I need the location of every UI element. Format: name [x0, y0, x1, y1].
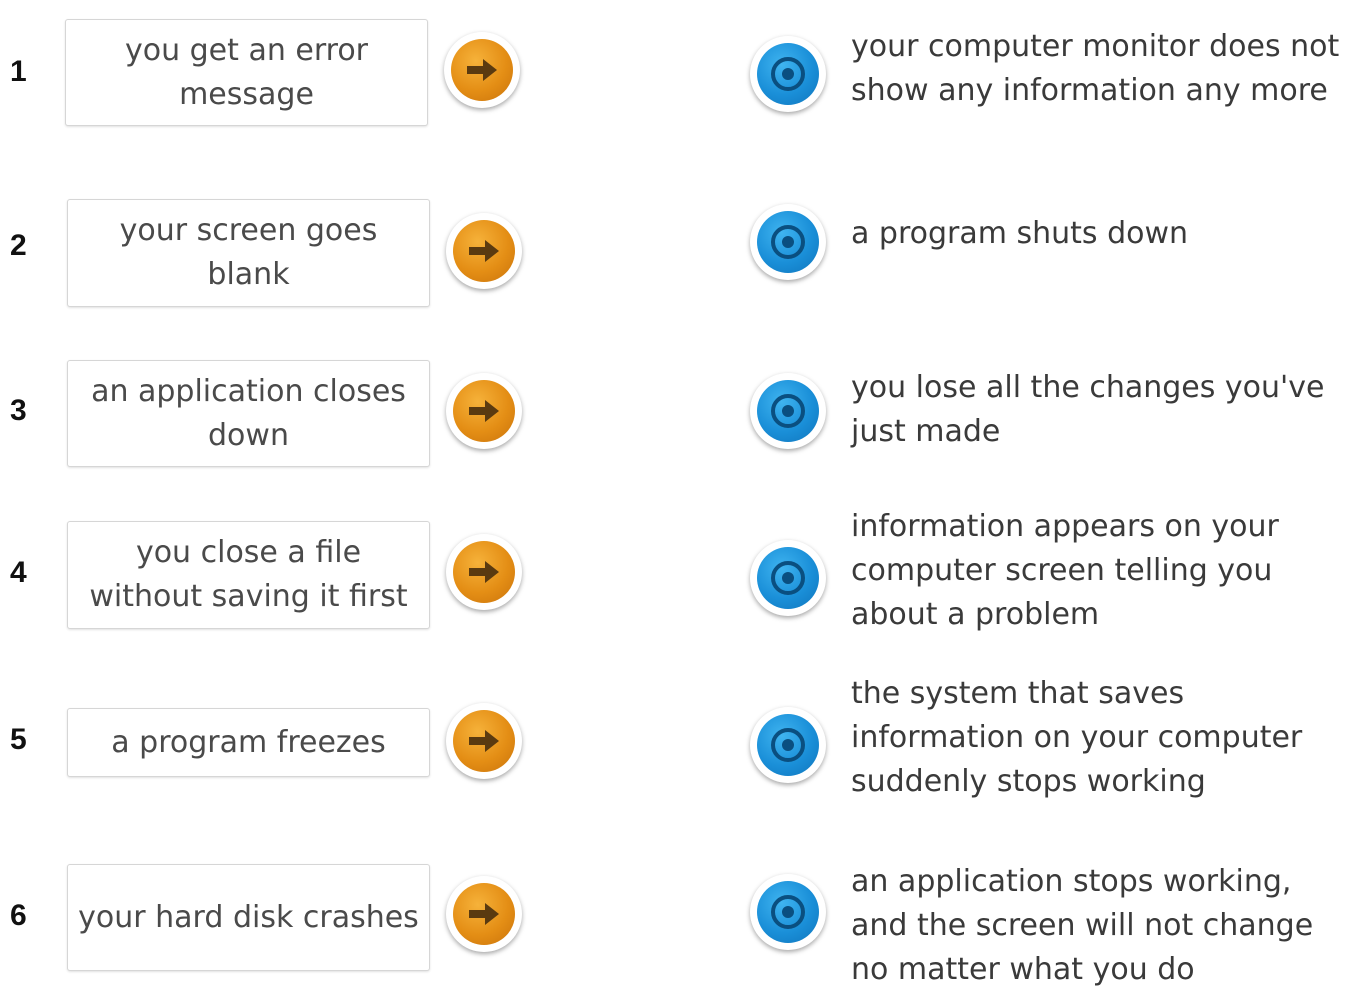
drag-handle-button[interactable]: [446, 703, 522, 779]
answer-text: an application stops working, and the sc…: [851, 864, 1314, 987]
drop-target-button[interactable]: [750, 36, 826, 112]
drop-target-button[interactable]: [750, 707, 826, 783]
drag-handle-button[interactable]: [446, 373, 522, 449]
target-icon: [771, 728, 805, 762]
row-number: 5: [10, 723, 27, 756]
arrow-right-icon: [467, 59, 497, 81]
drag-handle-button[interactable]: [446, 213, 522, 289]
row-number: 2: [10, 229, 27, 262]
answer-text: the system that saves information on you…: [851, 676, 1303, 799]
drag-handle-button[interactable]: [446, 534, 522, 610]
arrow-right-icon: [469, 730, 499, 752]
prompt-card[interactable]: an application closes down: [67, 360, 430, 467]
prompt-card[interactable]: you get an error message: [65, 19, 428, 126]
row-number: 6: [10, 899, 27, 932]
target-icon: [771, 225, 805, 259]
target-icon: [771, 57, 805, 91]
target-icon: [771, 895, 805, 929]
answer-text: your computer monitor does not show any …: [851, 29, 1340, 108]
drop-target-button[interactable]: [750, 204, 826, 280]
prompt-card[interactable]: you close a file without saving it first: [67, 521, 430, 629]
arrow-right-icon: [469, 561, 499, 583]
arrow-right-icon: [469, 240, 499, 262]
row-number: 3: [10, 394, 27, 427]
answer-text: information appears on your computer scr…: [851, 509, 1279, 632]
answer-text: you lose all the changes you've just mad…: [851, 370, 1325, 449]
drop-target-button[interactable]: [750, 540, 826, 616]
prompt-card[interactable]: your hard disk crashes: [67, 864, 430, 971]
row-number: 4: [10, 556, 27, 589]
drop-target-button[interactable]: [750, 373, 826, 449]
drop-target-button[interactable]: [750, 874, 826, 950]
target-icon: [771, 561, 805, 595]
prompt-card[interactable]: a program freezes: [67, 708, 430, 777]
arrow-right-icon: [469, 903, 499, 925]
answer-text: a program shuts down: [851, 216, 1189, 251]
prompt-card[interactable]: your screen goes blank: [67, 199, 430, 307]
arrow-right-icon: [469, 400, 499, 422]
drag-handle-button[interactable]: [444, 32, 520, 108]
row-number: 1: [10, 55, 27, 88]
target-icon: [771, 394, 805, 428]
drag-handle-button[interactable]: [446, 876, 522, 952]
